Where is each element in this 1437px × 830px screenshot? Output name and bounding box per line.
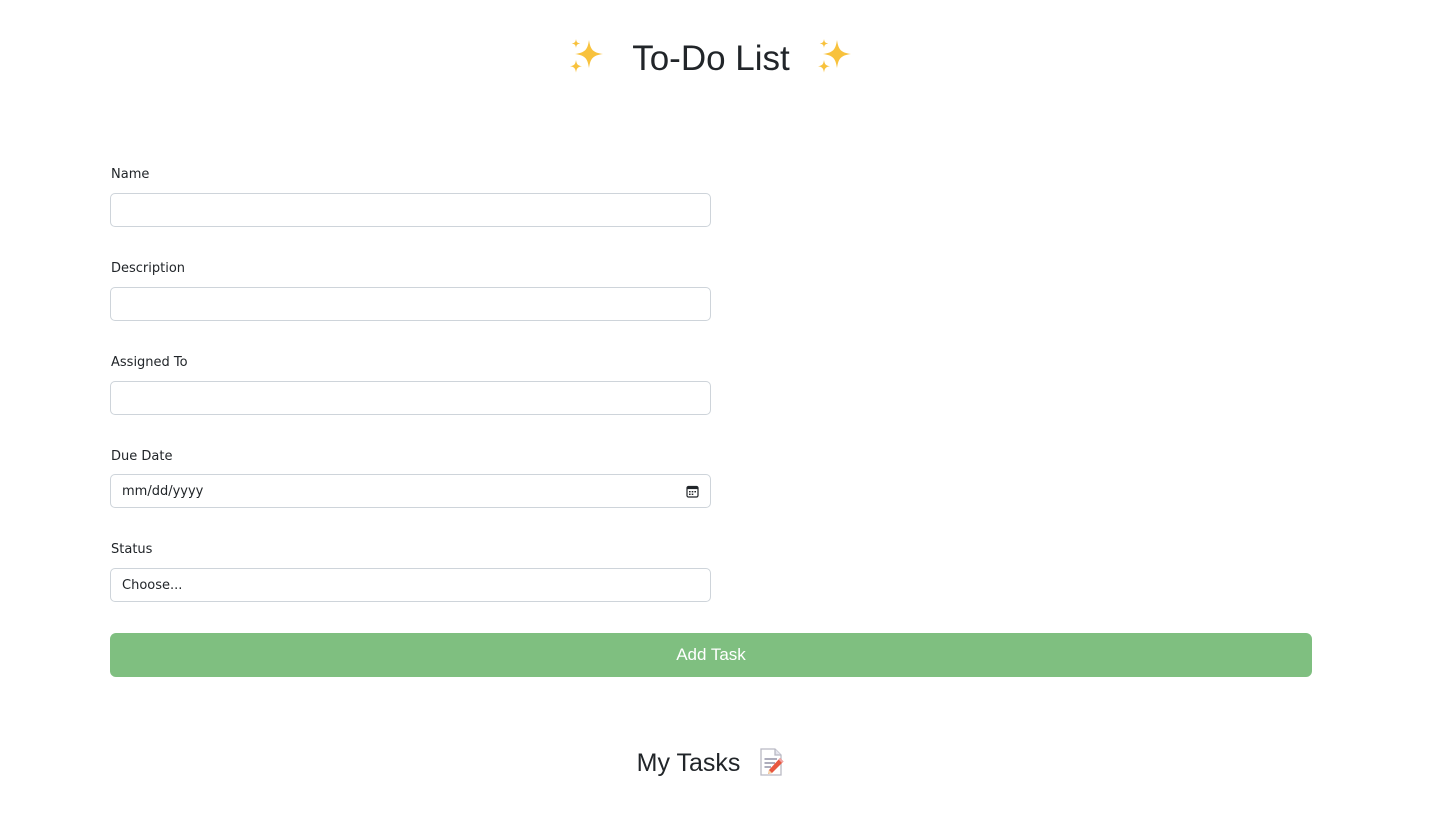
todo-page: To-Do List Name Description Assigned To …: [0, 0, 1437, 830]
memo-icon: [760, 748, 784, 777]
status-label: Status: [111, 542, 153, 557]
description-label: Description: [111, 261, 186, 276]
due-date-input[interactable]: mm/dd/yyyy: [110, 474, 711, 508]
assigned-to-label: Assigned To: [111, 355, 188, 370]
due-date-placeholder: mm/dd/yyyy: [122, 483, 204, 499]
my-tasks-heading: My Tasks: [0, 744, 1422, 782]
my-tasks-title: My Tasks: [636, 749, 741, 777]
description-input[interactable]: [110, 287, 711, 321]
page-title: To-Do List: [0, 34, 1422, 82]
status-select[interactable]: Choose...: [110, 568, 711, 602]
sparkles-icon: [817, 38, 851, 73]
name-input[interactable]: [110, 193, 711, 227]
due-date-label: Due Date: [111, 449, 173, 464]
calendar-icon[interactable]: [686, 485, 699, 498]
assigned-to-input[interactable]: [110, 381, 711, 415]
sparkles-icon: [570, 38, 604, 73]
name-label: Name: [111, 167, 150, 182]
add-task-button[interactable]: Add Task: [110, 633, 1312, 677]
title-text: To-Do List: [632, 38, 790, 78]
status-selected-value: Choose...: [122, 577, 183, 593]
